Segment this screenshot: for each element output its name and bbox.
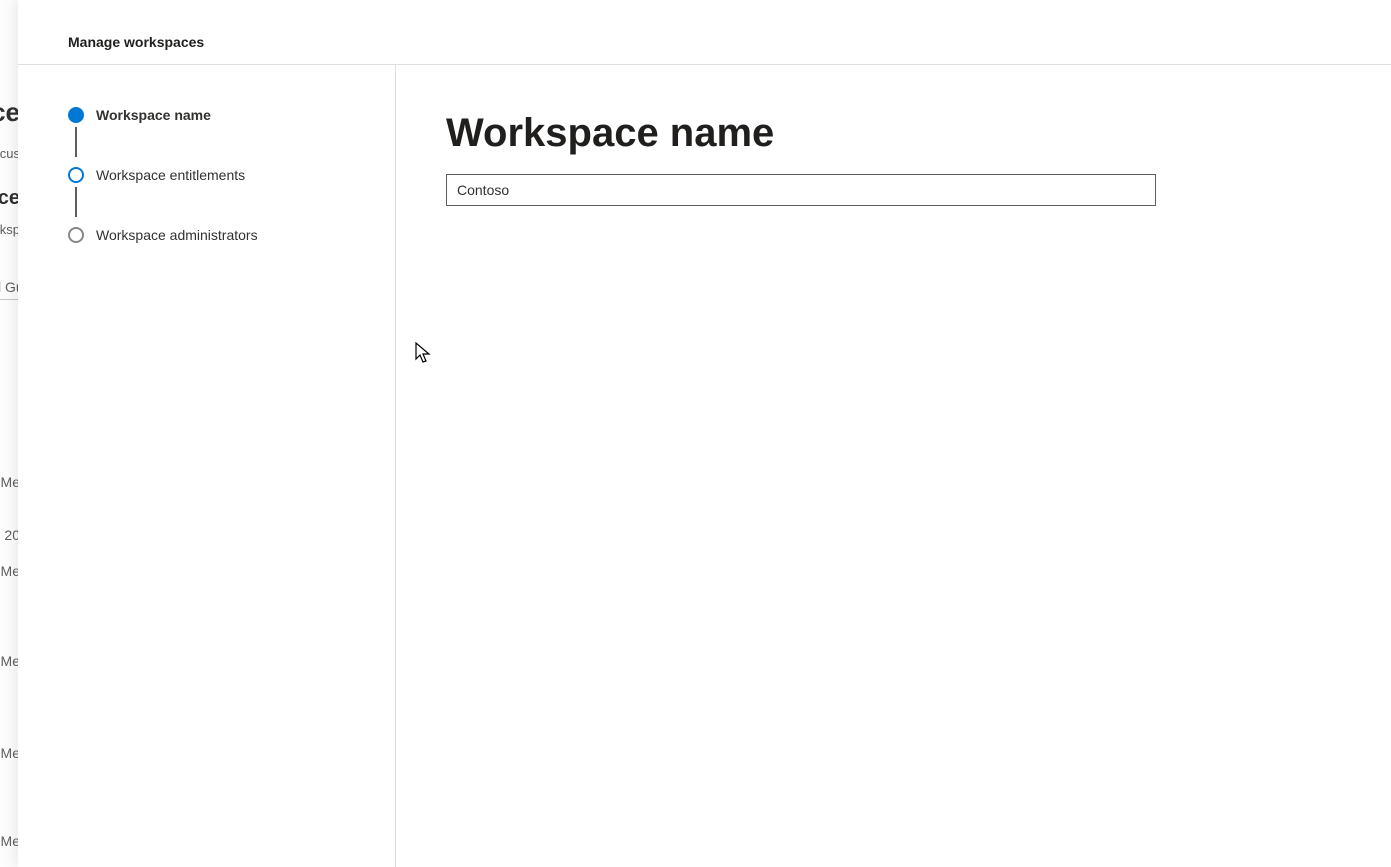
wizard-steps-sidebar: Workspace name Workspace entitlements Wo… <box>18 65 396 867</box>
manage-workspaces-panel: Manage workspaces Workspace name Workspa… <box>18 0 1391 867</box>
step-indicator-next-icon <box>68 167 84 183</box>
step-label: Workspace entitlements <box>96 167 245 183</box>
step-indicator-active-icon <box>68 107 84 123</box>
step-connector-icon <box>75 127 77 157</box>
step-label: Workspace name <box>96 107 211 123</box>
bg-fragment: cus <box>0 146 20 161</box>
page-title: Workspace name <box>446 111 1341 156</box>
panel-body: Workspace name Workspace entitlements Wo… <box>18 65 1391 867</box>
step-connector-icon <box>75 187 77 217</box>
step-workspace-administrators[interactable]: Workspace administrators <box>68 225 375 245</box>
panel-title: Manage workspaces <box>68 34 1391 50</box>
step-list: Workspace name Workspace entitlements Wo… <box>68 105 375 245</box>
bg-fragment: ce <box>0 187 20 210</box>
wizard-content: Workspace name <box>396 65 1391 867</box>
workspace-name-input[interactable] <box>446 174 1156 206</box>
step-label: Workspace administrators <box>96 227 258 243</box>
step-workspace-name[interactable]: Workspace name <box>68 105 375 125</box>
step-indicator-pending-icon <box>68 227 84 243</box>
bg-fragment: rksp <box>0 222 20 237</box>
panel-header: Manage workspaces <box>18 0 1391 65</box>
bg-fragment: ce <box>0 97 20 128</box>
bg-fragment: l Gu <box>0 275 20 300</box>
step-workspace-entitlements[interactable]: Workspace entitlements <box>68 165 375 185</box>
